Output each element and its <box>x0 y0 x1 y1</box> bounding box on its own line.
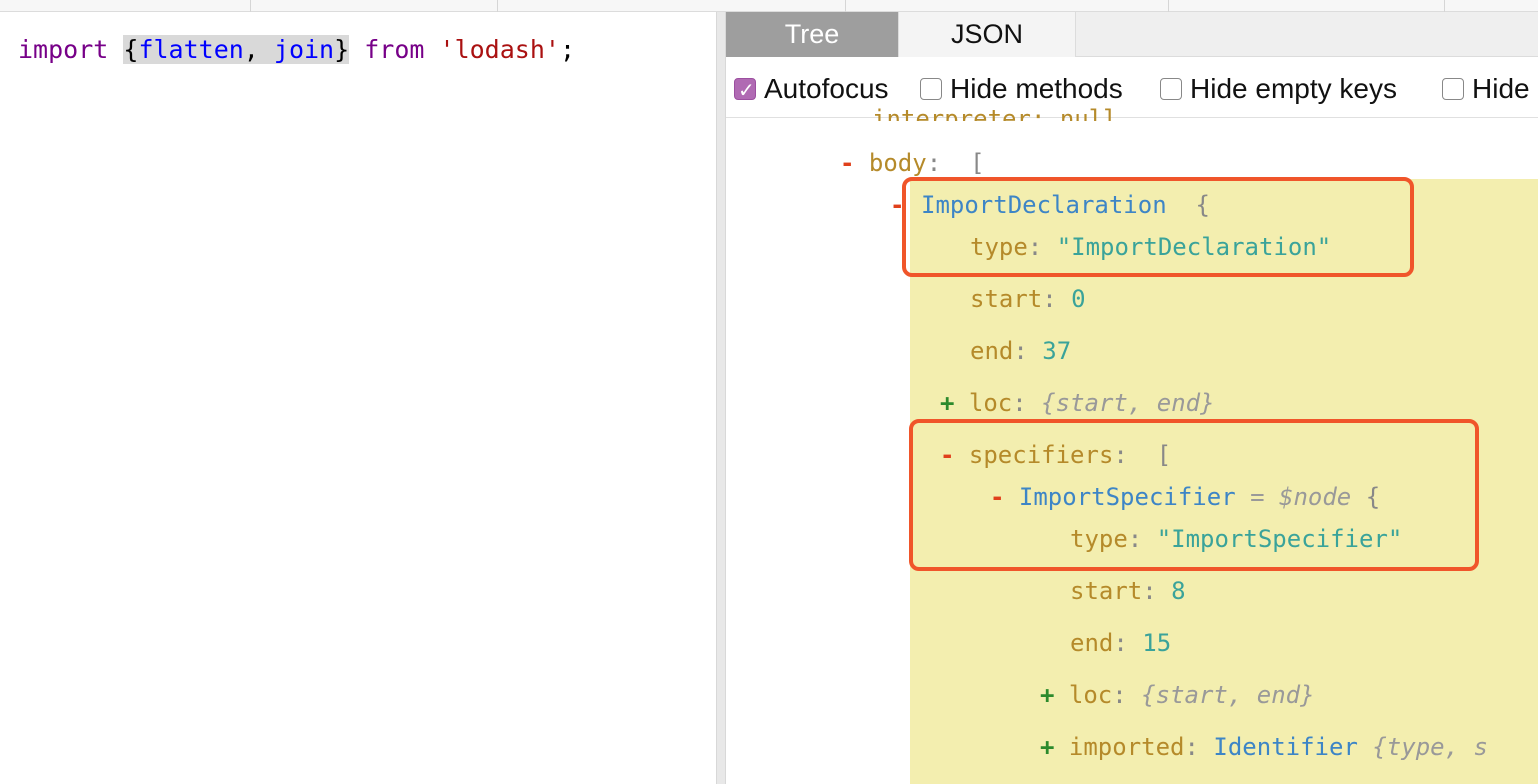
tab-json[interactable]: JSON <box>898 12 1076 57</box>
toolbar-separator <box>250 0 251 12</box>
tab-tree[interactable]: Tree <box>726 12 898 57</box>
loc-summary: {start, end} <box>1141 681 1315 709</box>
toolbar-separator <box>497 0 498 12</box>
annotation-box-specifiers <box>909 419 1479 571</box>
hide-checkbox[interactable] <box>1442 78 1464 100</box>
keyword-from: from <box>364 35 425 64</box>
tree-row-start[interactable]: start: 0 <box>970 283 1086 315</box>
tree-row-end[interactable]: end: 37 <box>970 335 1071 367</box>
collapse-toggle[interactable]: - <box>840 149 869 177</box>
body-key: body <box>868 149 927 177</box>
expand-toggle[interactable]: + <box>1040 733 1069 761</box>
end-value: 15 <box>1142 629 1172 657</box>
interpreter-row-text: interpreter: null <box>872 105 1118 121</box>
imported-key: imported <box>1068 733 1185 761</box>
tree-options-bar: Autofocus Hide methods Hide empty keys H… <box>726 58 1538 118</box>
start-value: 8 <box>1171 577 1186 605</box>
identifier-flatten: flatten <box>138 35 244 64</box>
autofocus-label: Autofocus <box>764 73 889 104</box>
start-key: start <box>1070 577 1143 605</box>
hide-methods-label: Hide methods <box>950 73 1123 104</box>
close-brace: } <box>334 35 350 64</box>
start-value: 0 <box>1071 285 1086 313</box>
pane-splitter[interactable] <box>716 12 726 784</box>
tree-row-body[interactable]: - body: [ <box>840 147 985 179</box>
annotation-box-import-declaration <box>902 177 1414 277</box>
toolbar-separator <box>1168 0 1169 12</box>
toolbar-separator <box>845 0 846 12</box>
hide-label: Hide <box>1472 73 1530 104</box>
code-line-1[interactable]: import {flatten, join} from 'lodash'; <box>18 34 575 66</box>
tree-row-spec-start[interactable]: start: 8 <box>1070 575 1186 607</box>
toolbar-separator <box>1444 0 1445 12</box>
end-key: end <box>1070 629 1114 657</box>
expand-toggle[interactable]: + <box>940 389 969 417</box>
semicolon: ; <box>559 35 576 64</box>
identifier-join: join <box>273 35 335 64</box>
imported-type-name: Identifier <box>1213 733 1358 761</box>
expand-toggle[interactable]: + <box>1040 681 1069 709</box>
hide-empty-keys-checkbox[interactable] <box>1160 78 1182 100</box>
comma: , <box>243 35 274 64</box>
selected-specifiers: {flatten, join} <box>123 35 350 64</box>
end-key: end <box>970 337 1014 365</box>
hide-empty-keys-label: Hide empty keys <box>1190 73 1397 104</box>
loc-summary: {start, end} <box>1041 389 1215 417</box>
tree-row-imported[interactable]: + imported: Identifier {type, s <box>1040 731 1488 763</box>
start-key: start <box>970 285 1043 313</box>
view-tabs: Tree JSON <box>726 12 1538 57</box>
open-brace: { <box>123 35 139 64</box>
autofocus-checkbox[interactable] <box>734 73 756 107</box>
string-source: 'lodash' <box>439 35 560 64</box>
tree-row-spec-end[interactable]: end: 15 <box>1070 627 1171 659</box>
imported-summary: {type, s <box>1372 733 1488 761</box>
top-toolbar-strip <box>0 0 1538 12</box>
tree-row-loc[interactable]: + loc: {start, end} <box>940 387 1215 419</box>
body-open-bracket: [ <box>970 149 985 177</box>
tree-row-interpreter: interpreter: null <box>872 103 1118 121</box>
keyword-import: import <box>18 35 109 64</box>
loc-key: loc <box>1068 681 1113 709</box>
loc-key: loc <box>968 389 1013 417</box>
end-value: 37 <box>1042 337 1072 365</box>
hide-methods-checkbox[interactable] <box>920 78 942 100</box>
ast-tree: interpreter: null - body: [ - ImportDecl… <box>726 105 1538 784</box>
code-editor[interactable]: import {flatten, join} from 'lodash'; <box>0 12 716 784</box>
ast-output-pane: Tree JSON Autofocus Hide methods Hide em… <box>726 12 1538 784</box>
tree-row-spec-loc[interactable]: + loc: {start, end} <box>1040 679 1315 711</box>
